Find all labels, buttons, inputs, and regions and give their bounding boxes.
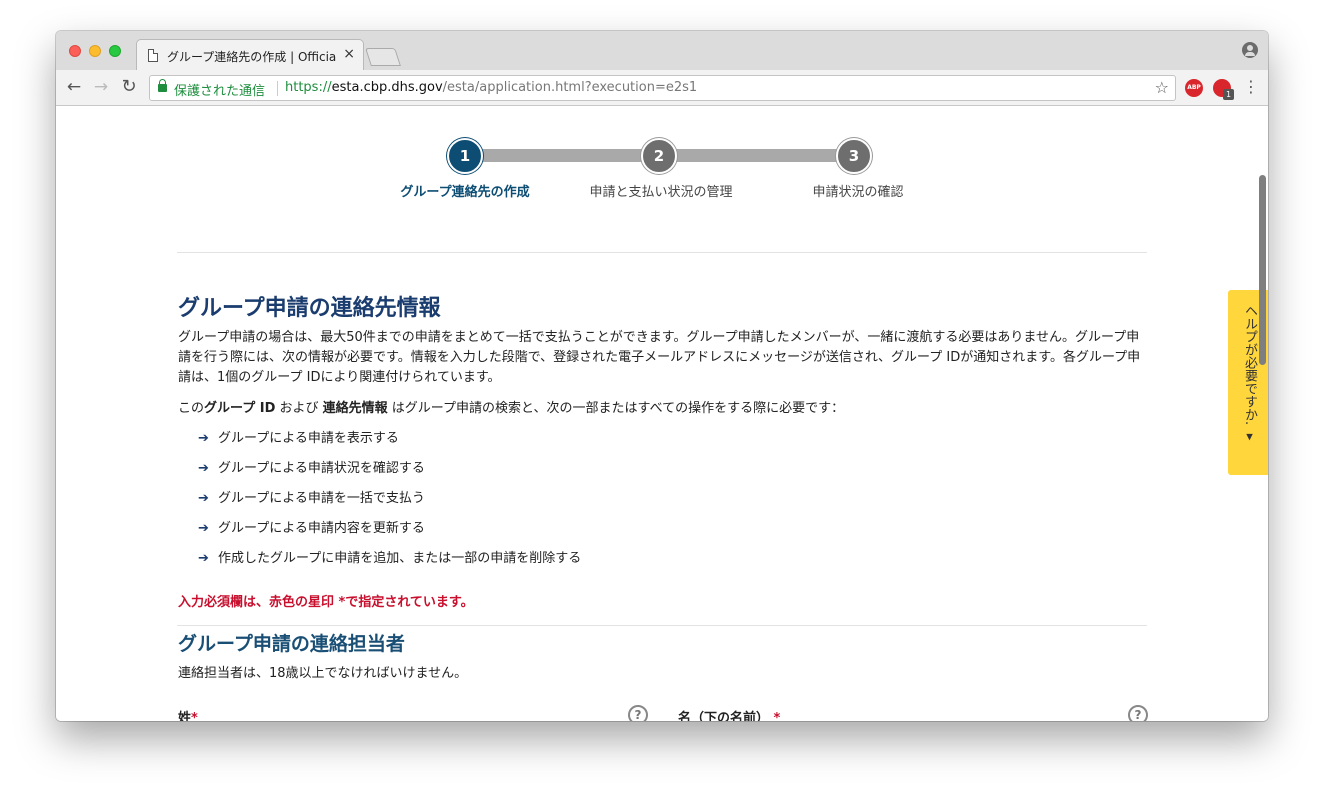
required-asterisk: *	[191, 711, 198, 721]
requirement-paragraph: このグループ ID および 連絡先情報 はグループ申請の検索と、次の一部またはす…	[178, 399, 1150, 419]
operations-list: ➔ グループによる申請を表示する ➔ グループによる申請状況を確認する ➔ グループに…	[178, 429, 581, 579]
address-bar[interactable]: 保護された通信 https://esta.cbp.dhs.gov/esta/ap…	[149, 75, 1176, 101]
divider	[177, 625, 1147, 626]
tab-close-icon[interactable]: ×	[343, 46, 355, 62]
step-2-label: 申請と支払い状況の管理	[589, 185, 733, 200]
tab-title: グループ連絡先の作成 | Official	[167, 50, 337, 64]
url-path: /esta/application.html?execution=e2s1	[442, 80, 698, 95]
step-1-label: グループ連絡先の作成	[400, 185, 530, 200]
browser-toolbar: ← → ↻ 保護された通信 https://esta.cbp.dhs.gov/e…	[56, 70, 1268, 106]
list-item-text: グループによる申請を表示する	[218, 431, 399, 446]
tab-bar: グループ連絡先の作成 | Official ×	[56, 31, 1268, 70]
page-title: グループ申請の連絡先情報	[178, 296, 441, 321]
help-question-icon[interactable]: ?	[628, 705, 648, 721]
back-button[interactable]: ←	[64, 77, 84, 97]
group-id-term: グループ ID	[204, 401, 276, 416]
para-text: この	[178, 401, 205, 416]
address-separator	[277, 81, 278, 96]
list-item: ➔ グループによる申請内容を更新する	[178, 519, 581, 549]
browser-window: グループ連絡先の作成 | Official × ← → ↻ 保護された通信 ht…	[56, 31, 1268, 721]
bookmark-star-icon[interactable]: ☆	[1155, 78, 1169, 97]
arrow-icon: ➔	[198, 461, 209, 476]
url-host: esta.cbp.dhs.gov	[331, 80, 443, 95]
list-item-text: グループによる申請状況を確認する	[218, 461, 425, 476]
browser-tab[interactable]: グループ連絡先の作成 | Official ×	[136, 39, 364, 70]
browser-menu-icon[interactable]: ⋮	[1243, 77, 1259, 97]
extension-icon[interactable]: 1	[1213, 79, 1234, 100]
arrow-icon: ➔	[198, 521, 209, 536]
step-2-indicator: 2	[641, 138, 677, 174]
close-window-button[interactable]	[69, 45, 81, 57]
secure-connection-label[interactable]: 保護された通信	[174, 80, 265, 99]
progress-steps: 1 2 3 グループ連絡先の作成 申請と支払い状況の管理 申請状況の確認	[56, 107, 1268, 227]
required-asterisk: *	[773, 711, 781, 721]
extension-badge: 1	[1223, 89, 1234, 100]
minimize-window-button[interactable]	[89, 45, 101, 57]
list-item: ➔ グループによる申請を表示する	[178, 429, 581, 459]
list-item: ➔ 作成したグループに申請を追加、または一部の申請を削除する	[178, 549, 581, 579]
step-3-label: 申請状況の確認	[812, 185, 904, 200]
para-text: および	[275, 401, 323, 416]
contact-info-term: 連絡先情報	[322, 401, 388, 416]
required-fields-note: 入力必須欄は、赤色の星印 *で指定されています。	[178, 595, 474, 610]
zoom-window-button[interactable]	[109, 45, 121, 57]
page-content: 1 2 3 グループ連絡先の作成 申請と支払い状況の管理 申請状況の確認 グルー…	[56, 107, 1268, 721]
reload-button[interactable]: ↻	[119, 77, 139, 97]
list-item: ➔ グループによる申請を一括で支払う	[178, 489, 581, 519]
list-item: ➔ グループによる申請状況を確認する	[178, 459, 581, 489]
new-tab-button[interactable]	[365, 48, 401, 66]
para-text: はグループ申請の検索と、次の一部またはすべての操作をする際に必要です：	[387, 401, 845, 416]
list-item-text: グループによる申請を一括で支払う	[218, 491, 425, 506]
list-item-text: グループによる申請内容を更新する	[218, 521, 425, 536]
step-1-indicator: 1	[447, 138, 483, 174]
age-requirement-note: 連絡担当者は、18歳以上でなければいけません。	[178, 666, 468, 681]
step-3-indicator: 3	[836, 138, 872, 174]
help-tab-label: ヘルプが必要ですか. ▾	[1242, 304, 1257, 445]
last-name-label: 姓*	[178, 707, 198, 721]
last-name-label-text: 姓	[178, 711, 192, 721]
scrollbar-thumb[interactable]	[1259, 175, 1266, 365]
arrow-icon: ➔	[198, 491, 209, 506]
lock-icon	[158, 79, 167, 92]
adblock-plus-icon[interactable]: ABP	[1185, 79, 1203, 97]
step-connector	[659, 149, 855, 162]
first-name-label: 名（下の名前） *	[678, 707, 780, 721]
first-name-label-text: 名（下の名前）	[678, 711, 770, 721]
section-title: グループ申請の連絡担当者	[178, 633, 405, 655]
profile-icon[interactable]	[1242, 42, 1258, 58]
arrow-icon: ➔	[198, 551, 209, 566]
forward-button[interactable]: →	[91, 77, 111, 97]
page-icon	[148, 49, 158, 62]
url-text[interactable]: https://esta.cbp.dhs.gov/esta/applicatio…	[285, 80, 697, 95]
arrow-icon: ➔	[198, 431, 209, 446]
divider	[177, 252, 1147, 253]
step-connector	[465, 149, 660, 162]
url-scheme: https://	[285, 80, 332, 95]
list-item-text: 作成したグループに申請を追加、または一部の申請を削除する	[218, 551, 582, 566]
intro-paragraph: グループ申請の場合は、最大50件までの申請をまとめて一括で支払うことができます。…	[178, 330, 1141, 385]
help-question-icon[interactable]: ?	[1128, 705, 1148, 721]
